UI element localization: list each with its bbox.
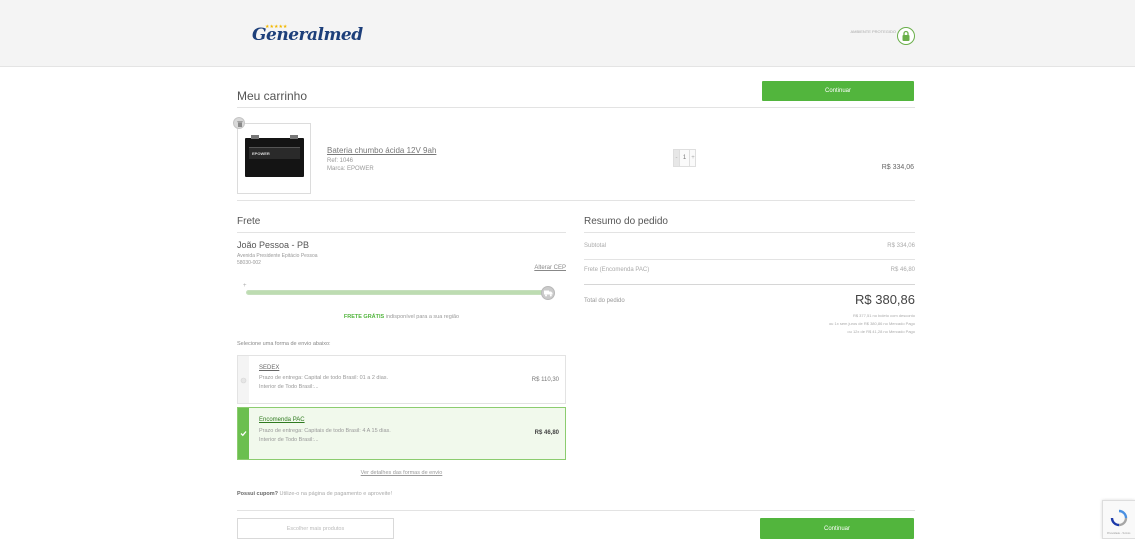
recaptcha-badge[interactable]: Privacidade - Termos	[1102, 500, 1135, 539]
page-title: Meu carrinho	[237, 89, 308, 103]
secure-environment-label: AMBIENTE PROTEGIDO	[850, 29, 896, 34]
shipping-cost-value: R$ 46,80	[890, 267, 915, 273]
shipping-option-pac[interactable]: Encomenda PAC Prazo de entrega: Capitais…	[237, 407, 566, 460]
change-cep-link[interactable]: Alterar CEP	[524, 265, 566, 271]
shipping-cost-label: Frete (Encomenda PAC)	[584, 267, 650, 273]
free-shipping-progress-fill	[247, 291, 547, 294]
truck-icon	[541, 286, 555, 300]
shipping-cep: 58030-002	[237, 260, 261, 266]
lock-icon	[897, 27, 915, 45]
recaptcha-text: Privacidade - Termos	[1107, 532, 1131, 535]
divider	[237, 200, 915, 201]
see-shipping-details-link[interactable]: Ver detalhes das formas de envio	[237, 470, 566, 476]
option-description: Prazo de entrega: Capital de todo Brasil…	[259, 375, 389, 390]
option-radio[interactable]	[238, 356, 249, 403]
quantity-decrease-button[interactable]: -	[673, 149, 680, 167]
free-shipping-progress	[246, 290, 548, 295]
option-price: R$ 110,30	[531, 377, 559, 383]
subtotal-value: R$ 334,06	[887, 243, 915, 249]
divider	[237, 107, 915, 108]
payment-note-boleto: R$ 377,51 no boleto com desconto	[852, 313, 915, 318]
payment-note-mercadopago-1x: ou 1x sem juros de R$ 380,86 no Mercado …	[828, 321, 915, 326]
free-shipping-message: FRETE GRÁTIS indisponível para a sua reg…	[237, 314, 566, 320]
battery-picture: EPOWER	[245, 135, 304, 177]
option-name: SEDEX	[259, 365, 280, 371]
check-icon[interactable]	[238, 408, 249, 459]
quantity-input[interactable]: 1	[680, 149, 689, 167]
shipping-address: Avenida Presidente Epitácio Pessoa	[237, 253, 318, 259]
summary-title: Resumo do pedido	[584, 216, 668, 227]
option-description: Prazo de entrega: Capitais de todo Brasi…	[259, 428, 391, 443]
product-price: R$ 334,06	[881, 164, 914, 171]
coupon-hint: Possui cupom? Utilize-o na página de pag…	[237, 491, 392, 497]
site-header: ★★★★★ Generalmed AMBIENTE PROTEGIDO	[0, 0, 1135, 67]
option-name: Encomenda PAC	[259, 417, 305, 423]
shipping-select-label: Selecione uma forma de envio abaixo:	[237, 341, 331, 347]
recaptcha-icon	[1110, 509, 1128, 527]
coupon-instructions: Utilize-o na página de pagamento e aprov…	[277, 491, 393, 497]
shipping-option-sedex[interactable]: SEDEX Prazo de entrega: Capital de todo …	[237, 355, 566, 404]
product-brand: Marca: EPOWER	[327, 166, 374, 172]
payment-note-mercadopago-12x: ou 12x de R$ 41,28 no Mercado Pago	[847, 329, 915, 334]
divider	[584, 232, 915, 233]
free-shipping-status: indisponível para a sua região	[384, 314, 460, 320]
total-label: Total do pedido	[584, 298, 625, 304]
divider	[584, 284, 915, 285]
continue-button-top[interactable]: Continuar	[762, 81, 914, 101]
divider	[584, 259, 915, 260]
free-shipping-label: FRETE GRÁTIS	[343, 314, 385, 320]
product-ref: Ref: 1046	[327, 158, 354, 164]
divider	[237, 510, 915, 511]
product-name-link[interactable]: Bateria chumbo ácida 12V 9ah	[327, 146, 436, 155]
product-image[interactable]: EPOWER	[237, 123, 311, 194]
shipping-city: João Pessoa - PB	[237, 240, 310, 250]
subtotal-label: Subtotal	[584, 243, 607, 249]
total-value: R$ 380,86	[855, 292, 915, 307]
continue-button-bottom[interactable]: Continuar	[760, 518, 914, 539]
quantity-increase-button[interactable]: +	[689, 149, 696, 167]
divider	[237, 232, 566, 233]
trash-icon[interactable]	[233, 117, 245, 129]
battery-brand-label: EPOWER	[252, 151, 270, 156]
site-logo[interactable]: Generalmed	[252, 25, 363, 45]
progress-start-marker: +	[243, 283, 247, 289]
choose-more-products-button[interactable]: Escolher mais produtos	[237, 518, 394, 539]
shipping-title: Frete	[237, 216, 261, 227]
option-price: R$ 46,80	[534, 430, 559, 436]
coupon-question: Possui cupom?	[237, 491, 278, 497]
